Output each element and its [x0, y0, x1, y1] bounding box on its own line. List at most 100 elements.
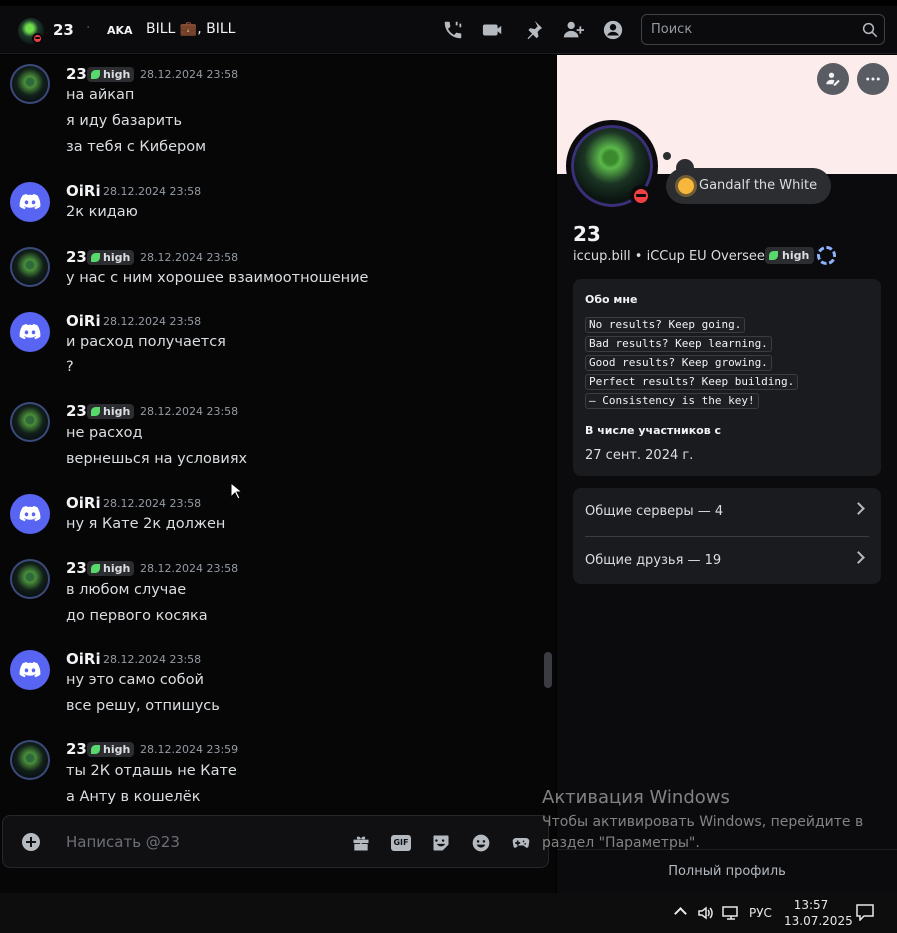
aka-label: AKA: [107, 24, 133, 37]
mutual-friends-row[interactable]: Общие друзья — 19: [585, 537, 869, 585]
message-text: а Анту в кошелёк: [66, 789, 201, 805]
user-avatar[interactable]: [10, 312, 50, 352]
message-timestamp: 28.12.2024 23:58: [140, 405, 239, 418]
emoji-icon[interactable]: [471, 833, 491, 853]
profile-username: iccup.bill: [573, 249, 631, 264]
video-call-icon[interactable]: [482, 19, 504, 41]
dm-header: 23 · AKA BILL 💼, BILL Поиск: [0, 6, 897, 54]
user-avatar[interactable]: [10, 247, 50, 287]
message-text: 2к кидаю: [66, 204, 138, 220]
message-author[interactable]: OiRi: [66, 650, 101, 668]
mutual-card: Общие серверы — 4 Общие друзья — 19: [573, 488, 881, 584]
network-icon[interactable]: [722, 904, 740, 922]
input-language[interactable]: РУС: [749, 906, 772, 920]
volume-icon[interactable]: [697, 904, 715, 922]
windows-activation-subtitle: Чтобы активировать Windows, перейдите в …: [542, 814, 864, 851]
message-author[interactable]: OiRi: [66, 494, 101, 512]
message-timestamp: 28.12.2024 23:58: [140, 251, 239, 264]
search-placeholder: Поиск: [651, 22, 693, 37]
user-avatar[interactable]: [10, 494, 50, 534]
nitro-badge-icon[interactable]: [817, 246, 836, 265]
sticker-icon[interactable]: [431, 833, 451, 853]
chevron-right-icon: [852, 502, 865, 515]
message-text: в любом случае: [66, 582, 187, 598]
message-author[interactable]: 23: [66, 559, 87, 577]
member-since-date: 27 сент. 2024 г.: [585, 448, 694, 463]
message-text: ты 2К отдашь не Кате: [66, 763, 237, 779]
gift-icon[interactable]: [351, 833, 371, 853]
message-timestamp: 28.12.2024 23:59: [140, 743, 239, 756]
pinned-messages-icon[interactable]: [522, 19, 544, 41]
message-text: все решу, отпишусь: [66, 698, 220, 714]
add-friends-to-dm-icon[interactable]: [562, 19, 584, 41]
full-profile-button[interactable]: Полный профиль: [557, 849, 897, 893]
about-code-line: Perfect results? Keep building.: [585, 374, 799, 390]
message-timestamp: 28.12.2024 23:58: [103, 185, 202, 198]
user-avatar[interactable]: [10, 182, 50, 222]
gif-picker-button[interactable]: GIF: [391, 835, 411, 851]
dnd-status-icon: [32, 33, 43, 44]
server-tag[interactable]: high: [87, 742, 135, 757]
server-tag[interactable]: high: [87, 404, 135, 419]
about-code-line: Bad results? Keep learning.: [585, 336, 772, 352]
more-dots-icon: [866, 77, 880, 81]
mutual-servers-row[interactable]: Общие серверы — 4: [585, 488, 869, 536]
message-author[interactable]: OiRi: [66, 182, 101, 200]
user-avatar[interactable]: [10, 650, 50, 690]
user-avatar[interactable]: [10, 559, 50, 599]
search-icon: [862, 22, 878, 38]
taskbar-clock[interactable]: 13:57 13.07.2025: [784, 897, 853, 929]
add-friend-button[interactable]: [817, 63, 849, 95]
user-avatar[interactable]: [10, 64, 50, 104]
search-input[interactable]: Поиск: [641, 14, 885, 45]
user-avatar[interactable]: [10, 402, 50, 442]
profile-pronouns: iCCup EU Overseer: [646, 249, 771, 264]
clock-time: 13:57: [793, 898, 829, 912]
message-author[interactable]: 23: [66, 65, 87, 83]
message-text: до первого косяка: [66, 608, 208, 624]
custom-status[interactable]: Gandalf the White: [666, 168, 832, 204]
upload-plus-icon[interactable]: [22, 833, 40, 851]
voice-call-icon[interactable]: [442, 19, 464, 41]
activities-gamepad-icon[interactable]: [511, 833, 531, 853]
message-author[interactable]: 23: [66, 248, 87, 266]
message-text: вернешься на условиях: [66, 451, 248, 467]
message-timestamp: 28.12.2024 23:58: [103, 653, 202, 666]
mutual-servers-label: Общие серверы — 4: [585, 504, 724, 519]
message-composer[interactable]: Написать @23 GIF: [2, 815, 549, 868]
header-separator: ·: [86, 20, 91, 36]
server-tag[interactable]: high: [87, 561, 135, 576]
server-tag[interactable]: high: [87, 250, 135, 265]
message-list[interactable]: 23 high 28.12.2024 23:58 на айкап я иду …: [0, 55, 556, 893]
message-input[interactable]: Написать @23: [66, 833, 180, 851]
message-text: у нас с ним хорошее взаимоотношение: [66, 270, 369, 286]
windows-taskbar: РУС 13:57 13.07.2025: [0, 893, 897, 933]
notifications-icon[interactable]: [855, 903, 875, 922]
profile-subline: iccup.bill • iCCup EU Overseer: [573, 249, 770, 264]
user-profile-toggle-icon[interactable]: [602, 19, 624, 41]
about-me-card: Обо мне No results? Keep going. Bad resu…: [573, 279, 881, 476]
message-author[interactable]: OiRi: [66, 312, 101, 330]
custom-status-text: Gandalf the White: [699, 178, 818, 193]
message-text: не расход: [66, 425, 143, 441]
member-since-heading: В числе участников с: [585, 424, 722, 437]
clock-date: 13.07.2025: [784, 914, 853, 928]
header-username[interactable]: 23: [53, 21, 74, 39]
discord-logo-icon: [19, 324, 41, 340]
message-author[interactable]: 23: [66, 402, 87, 420]
about-code-line: No results? Keep going.: [585, 317, 746, 333]
show-hidden-icons-icon[interactable]: [674, 907, 687, 920]
message-timestamp: 28.12.2024 23:58: [103, 497, 202, 510]
message-timestamp: 28.12.2024 23:58: [103, 315, 202, 328]
chat-scrollbar-thumb[interactable]: [544, 652, 552, 688]
about-code-line: Good results? Keep growing.: [585, 355, 772, 371]
server-tag[interactable]: high: [765, 247, 815, 264]
more-options-button[interactable]: [857, 63, 889, 95]
about-code-line: — Consistency is the key!: [585, 393, 759, 409]
message-author[interactable]: 23: [66, 740, 87, 758]
server-tag[interactable]: high: [87, 67, 135, 82]
profile-bullet: •: [634, 249, 643, 264]
windows-activation-title: Активация Windows: [542, 787, 730, 808]
message-timestamp: 28.12.2024 23:58: [140, 68, 239, 81]
user-avatar[interactable]: [10, 740, 50, 780]
